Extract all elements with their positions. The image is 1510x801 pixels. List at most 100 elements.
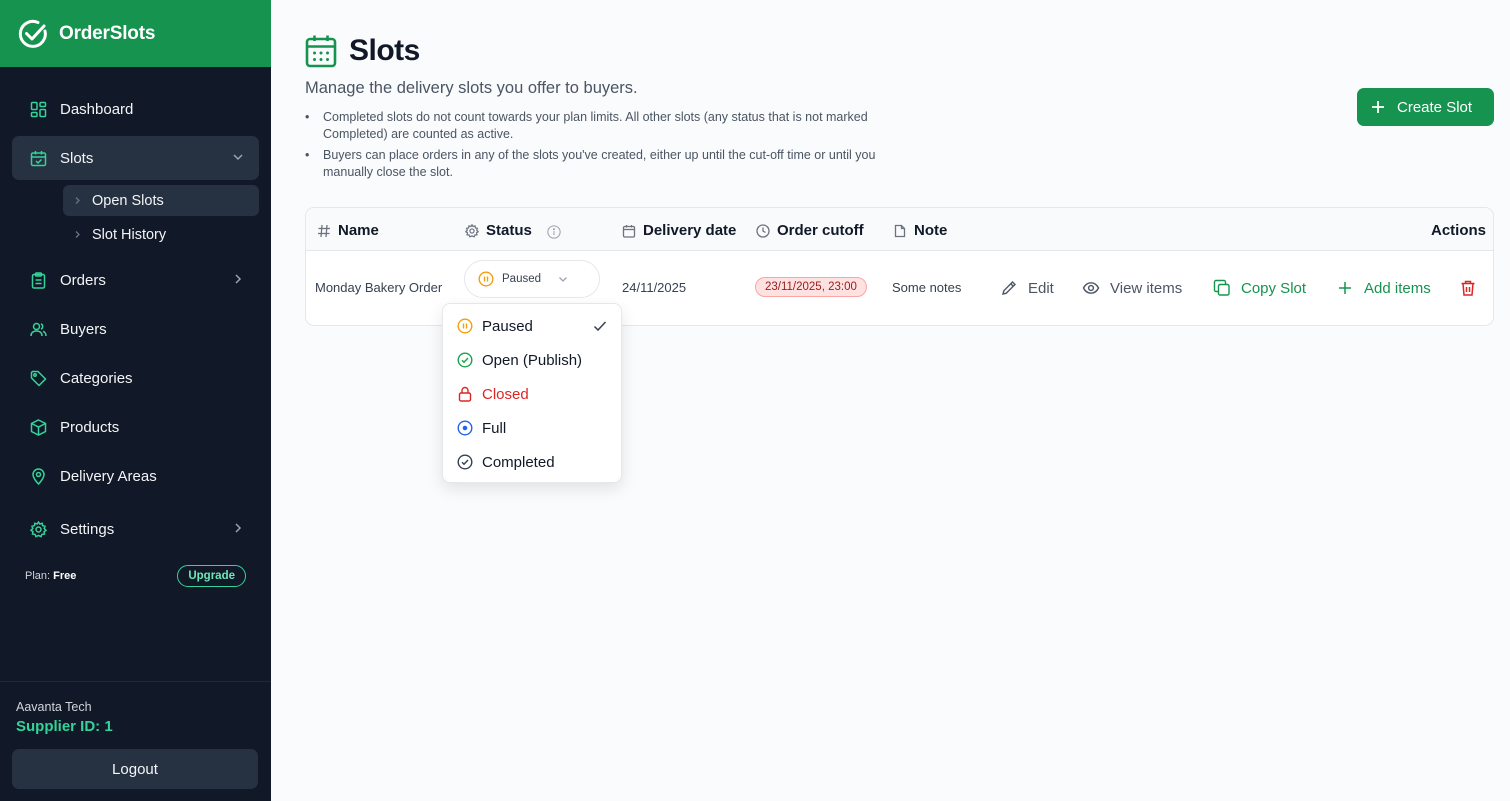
sidebar-subitem-label: Open Slots bbox=[92, 192, 164, 209]
sidebar-item-slots[interactable]: Slots bbox=[12, 136, 259, 180]
sidebar-item-label: Products bbox=[60, 418, 120, 436]
sidebar-subitem-label: Slot History bbox=[92, 226, 167, 243]
map-pin-icon bbox=[30, 467, 47, 485]
sidebar-item-products[interactable]: Products bbox=[12, 405, 259, 449]
status-value: Paused bbox=[502, 273, 542, 285]
plus-icon bbox=[1371, 100, 1385, 114]
file-icon bbox=[893, 224, 907, 238]
check-circle-icon bbox=[457, 352, 473, 368]
sidebar-item-dashboard[interactable]: Dashboard bbox=[12, 87, 259, 131]
column-label: Note bbox=[914, 222, 948, 239]
column-header-name[interactable]: Name bbox=[317, 222, 379, 239]
column-header-order-cutoff[interactable]: Order cutoff bbox=[756, 222, 864, 239]
info-icon[interactable] bbox=[547, 224, 561, 239]
column-header-delivery-date[interactable]: Delivery date bbox=[622, 222, 736, 239]
column-header-status[interactable]: Status bbox=[465, 222, 561, 239]
eye-icon bbox=[1082, 279, 1100, 297]
lock-icon bbox=[457, 386, 473, 402]
edit-button[interactable]: Edit bbox=[1000, 279, 1054, 297]
sidebar-item-categories[interactable]: Categories bbox=[12, 356, 259, 400]
sidebar-item-label: Categories bbox=[60, 369, 133, 387]
sidebar-item-label: Orders bbox=[60, 271, 106, 289]
info-bullets: Completed slots do not count towards you… bbox=[305, 109, 925, 185]
status-option-paused[interactable]: Paused bbox=[443, 309, 621, 343]
sidebar-item-settings[interactable]: Settings bbox=[12, 507, 259, 551]
upgrade-button[interactable]: Upgrade bbox=[177, 565, 246, 587]
sidebar-item-buyers[interactable]: Buyers bbox=[12, 307, 259, 351]
slots-subnav: Open Slots Slot History bbox=[12, 185, 259, 250]
chevron-down-icon bbox=[557, 273, 569, 285]
trash-icon bbox=[1459, 279, 1477, 297]
plan-info: Plan: Free bbox=[25, 570, 76, 582]
pause-circle-icon bbox=[457, 318, 473, 334]
status-option-label: Paused bbox=[482, 317, 533, 335]
column-header-actions: Actions bbox=[1431, 222, 1486, 239]
check-circle-icon bbox=[457, 454, 473, 470]
chevron-right-icon bbox=[73, 196, 82, 205]
status-option-closed[interactable]: Closed bbox=[443, 377, 621, 411]
chevron-right-icon bbox=[231, 521, 245, 535]
company-name: Aavanta Tech bbox=[16, 700, 92, 714]
brand-bar[interactable]: OrderSlots bbox=[0, 0, 271, 67]
clock-icon bbox=[756, 223, 770, 238]
delete-button[interactable] bbox=[1459, 279, 1477, 297]
view-items-label: View items bbox=[1110, 279, 1183, 297]
dashboard-icon bbox=[30, 101, 47, 118]
sidebar-item-delivery-areas[interactable]: Delivery Areas bbox=[12, 454, 259, 498]
hash-icon bbox=[317, 224, 331, 238]
status-option-open[interactable]: Open (Publish) bbox=[443, 343, 621, 377]
status-menu: Paused Open (Publish) Closed Full Comple… bbox=[442, 303, 622, 483]
slot-name: Monday Bakery Order bbox=[315, 280, 443, 295]
page-header: Slots bbox=[305, 34, 420, 68]
pause-circle-icon bbox=[478, 271, 494, 287]
page-subtitle: Manage the delivery slots you offer to b… bbox=[305, 79, 638, 97]
logout-button[interactable]: Logout bbox=[12, 749, 258, 789]
gear-icon bbox=[465, 223, 479, 238]
column-header-note[interactable]: Note bbox=[893, 222, 947, 239]
sidebar-item-orders[interactable]: Orders bbox=[12, 258, 259, 302]
app-name: OrderSlots bbox=[59, 22, 156, 44]
sidebar-footer: Aavanta Tech Supplier ID: 1 Logout bbox=[0, 681, 271, 801]
sidebar-item-label: Slots bbox=[60, 149, 94, 167]
column-label: Order cutoff bbox=[777, 222, 864, 239]
edit-label: Edit bbox=[1028, 279, 1054, 297]
column-label: Actions bbox=[1431, 222, 1487, 239]
chevron-right-icon bbox=[231, 272, 245, 286]
sidebar: OrderSlots Dashboard Slots Open Slots Sl… bbox=[0, 0, 271, 801]
create-slot-button[interactable]: Create Slot bbox=[1357, 88, 1494, 126]
create-slot-label: Create Slot bbox=[1397, 98, 1473, 116]
view-items-button[interactable]: View items bbox=[1082, 279, 1182, 297]
check-icon bbox=[593, 319, 607, 333]
sidebar-item-label: Settings bbox=[60, 520, 115, 538]
page-title: Slots bbox=[349, 34, 420, 67]
chevron-right-icon bbox=[73, 230, 82, 239]
calendar-icon bbox=[30, 150, 47, 167]
sidebar-subitem-slot-history[interactable]: Slot History bbox=[63, 219, 259, 250]
users-icon bbox=[30, 321, 47, 338]
delivery-date: 24/11/2025 bbox=[622, 280, 687, 295]
check-circle-logo-icon bbox=[17, 18, 49, 50]
sidebar-subitem-open-slots[interactable]: Open Slots bbox=[63, 185, 259, 216]
status-option-label: Closed bbox=[482, 385, 529, 403]
chevron-down-icon bbox=[231, 150, 245, 164]
status-option-full[interactable]: Full bbox=[443, 411, 621, 445]
add-items-button[interactable]: Add items bbox=[1336, 279, 1431, 297]
calendar-icon bbox=[622, 224, 636, 238]
status-option-label: Full bbox=[482, 419, 507, 437]
plan-value: Free bbox=[53, 570, 77, 582]
add-items-label: Add items bbox=[1364, 279, 1431, 297]
sidebar-item-label: Delivery Areas bbox=[60, 467, 157, 485]
box-icon bbox=[30, 418, 47, 436]
calendar-icon bbox=[305, 34, 337, 68]
plan-label: Plan: bbox=[25, 570, 51, 582]
copy-slot-button[interactable]: Copy Slot bbox=[1213, 279, 1306, 297]
cutoff-badge: 23/11/2025, 23:00 bbox=[755, 277, 867, 297]
status-option-completed[interactable]: Completed bbox=[443, 445, 621, 479]
supplier-id: Supplier ID: 1 bbox=[16, 718, 113, 735]
info-bullet: Buyers can place orders in any of the sl… bbox=[305, 147, 925, 181]
status-dropdown[interactable]: Paused bbox=[464, 260, 600, 298]
plan-row: Plan: Free Upgrade bbox=[0, 565, 271, 587]
dot-circle-icon bbox=[457, 420, 473, 436]
column-label: Delivery date bbox=[643, 222, 737, 239]
status-option-label: Open (Publish) bbox=[482, 351, 583, 369]
